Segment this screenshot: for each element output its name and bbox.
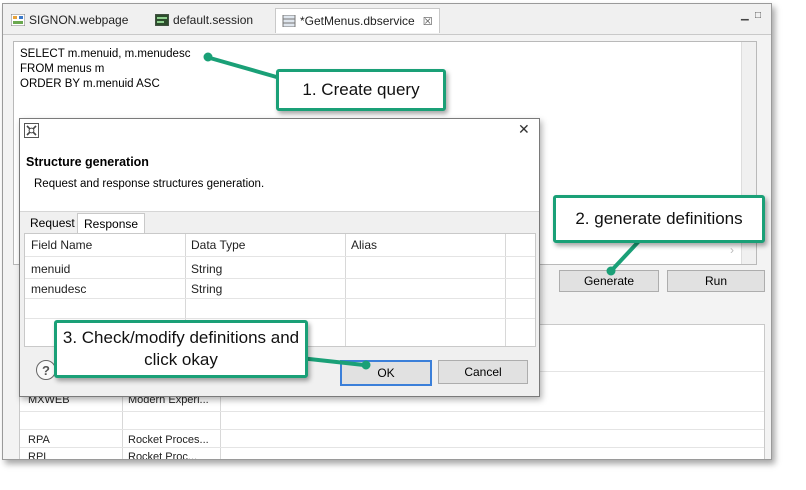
callout-create-query: 1. Create query [276, 69, 446, 111]
callout-generate-definitions: 2. generate definitions [553, 195, 765, 243]
callout-check-definitions: 3. Check/modify definitions and click ok… [54, 320, 308, 378]
